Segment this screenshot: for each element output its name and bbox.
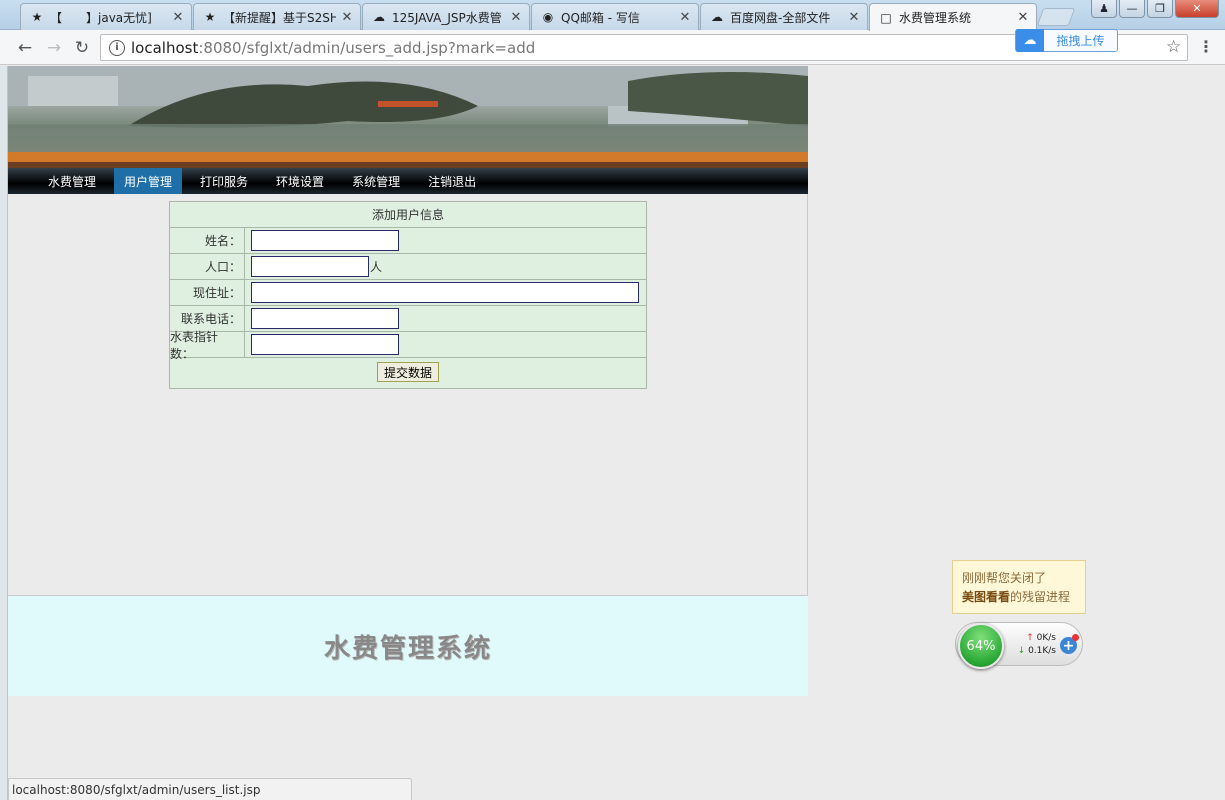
user-icon[interactable]: ♟ [1091,0,1117,18]
drag-upload-button[interactable]: ☁ 拖拽上传 [1015,29,1118,52]
memory-percent: 64% [966,638,996,654]
population-input[interactable] [251,256,369,277]
tab-2[interactable]: ☁ 125JAVA_JSP水费管 ✕ [362,3,530,30]
address-label: 现住址： [170,280,245,305]
tab-close-icon[interactable]: ✕ [678,10,692,25]
nav-item-system-management[interactable]: 系统管理 [342,168,410,194]
new-tab-button[interactable] [1036,8,1076,26]
process-cleanup-notice: 刚刚帮您关闭了 美图看看的残留进程 [952,560,1086,614]
notice-line1: 刚刚帮您关闭了 [962,571,1047,585]
tab-label: 【新提醒】基于S2SH [223,10,336,25]
notice-app-name: 美图看看 [962,590,1011,604]
tab-3[interactable]: ◉ QQ邮箱 - 写信 ✕ [531,3,699,30]
footer: 水费管理系统 [8,596,808,696]
upload-label: 拖拽上传 [1056,34,1105,48]
notice-line2: 美图看看的残留进程 [962,588,1076,607]
address-input[interactable] [251,282,639,303]
population-label: 人口： [170,254,245,279]
notice-suffix: 的残留进程 [1010,590,1071,604]
meter-reading-label: 水表指针数： [170,330,245,361]
footer-title: 水费管理系统 [323,633,492,664]
tab-label: 水费管理系统 [899,11,972,25]
meter-reading-input[interactable] [251,334,399,355]
menu-dots-icon[interactable]: ⋮ [1198,37,1214,56]
baidu-cloud-icon: ☁ [711,10,723,24]
nav-item-water-fee[interactable]: 水费管理 [38,168,106,194]
network-speed-widget[interactable]: 64% ↑ 0K/s ↓ 0.1K/s + [955,622,1083,669]
web-page: 水费管理 用户管理 打印服务 环境设置 系统管理 注销退出 添加用户信息 姓名：… [8,66,808,696]
tab-5[interactable]: □ 水费管理系统 ✕ [869,3,1037,31]
tab-close-icon[interactable]: ✕ [171,10,185,25]
add-user-form: 添加用户信息 姓名： 人口： 人 现住址： 联系电话： 水表指针数： 提交数据 [169,201,647,389]
upload-arrow-icon: ↑ [1026,633,1034,643]
tab-close-icon[interactable]: ✕ [1016,10,1030,25]
tab-0[interactable]: ★ 【 】java无忧] ✕ [20,3,192,30]
window-controls: ♟ — ❐ ✕ [1091,0,1219,18]
tab-strip: ★ 【 】java无忧] ✕ ★ 【新提醒】基于S2SH ✕ ☁ 125JAVA_JSP水费管… [0,0,1225,31]
tab-close-icon[interactable]: ✕ [847,10,861,25]
tab-label: 百度网盘-全部文件 [730,10,831,25]
population-unit: 人 [370,260,383,274]
network-rates: ↑ 0K/s ↓ 0.1K/s [1010,632,1056,658]
tab-1[interactable]: ★ 【新提醒】基于S2SH ✕ [193,3,361,30]
baidu-cloud-icon: ☁ [1016,29,1044,52]
banner-image [8,66,808,168]
left-desktop-strip [0,66,8,800]
minimize-button[interactable]: — [1119,0,1145,18]
url-path: :8080/sfglxt/admin/users_add.jsp?mark=ad… [198,38,536,57]
name-input[interactable] [251,230,399,251]
download-rate: 0.1K/s [1028,646,1056,656]
phone-input[interactable] [251,308,399,329]
memory-usage-ball[interactable]: 64% [958,623,1004,669]
download-arrow-icon: ↓ [1017,646,1026,656]
name-label: 姓名： [170,228,245,253]
url-host: localhost [131,38,199,57]
forum-icon: ★ [31,10,43,24]
nav-item-user-management[interactable]: 用户管理 [114,168,183,194]
upload-rate: 0K/s [1036,633,1056,643]
back-arrow-icon[interactable]: ← [14,37,36,59]
plus-icon[interactable]: + [1060,634,1079,654]
main-nav: 水费管理 用户管理 打印服务 环境设置 系统管理 注销退出 [8,168,808,194]
form-title: 添加用户信息 [371,208,444,222]
forum-icon: ★ [204,10,216,24]
nav-item-logout[interactable]: 注销退出 [418,168,486,194]
status-bar: localhost:8080/sfglxt/admin/users_list.j… [8,778,412,800]
nav-item-print-service[interactable]: 打印服务 [190,168,258,194]
content-area: 添加用户信息 姓名： 人口： 人 现住址： 联系电话： 水表指针数： 提交数据 [8,194,808,596]
nav-item-environment-settings[interactable]: 环境设置 [266,168,334,194]
tab-label: 【 】java无忧] [50,10,152,25]
submit-button[interactable]: 提交数据 [376,362,439,382]
reload-icon[interactable]: ↻ [71,37,93,59]
tab-label: 125JAVA_JSP水费管 [392,10,502,25]
close-window-button[interactable]: ✕ [1175,0,1219,18]
info-icon[interactable]: i [109,39,125,56]
tab-label: QQ邮箱 - 写信 [561,10,640,25]
page-icon: □ [880,10,892,25]
forward-arrow-icon[interactable]: → [43,37,65,59]
baidu-cloud-icon: ☁ [373,10,385,24]
banner-photo [8,66,808,168]
chrome-icon: ◉ [542,10,554,24]
bookmark-star-icon[interactable]: ☆ [1166,37,1181,57]
restore-button[interactable]: ❐ [1147,0,1173,18]
tab-close-icon[interactable]: ✕ [340,10,354,25]
tab-close-icon[interactable]: ✕ [509,10,523,25]
tab-4[interactable]: ☁ 百度网盘-全部文件 ✕ [700,3,868,30]
status-url: localhost:8080/sfglxt/admin/users_list.j… [12,782,261,797]
